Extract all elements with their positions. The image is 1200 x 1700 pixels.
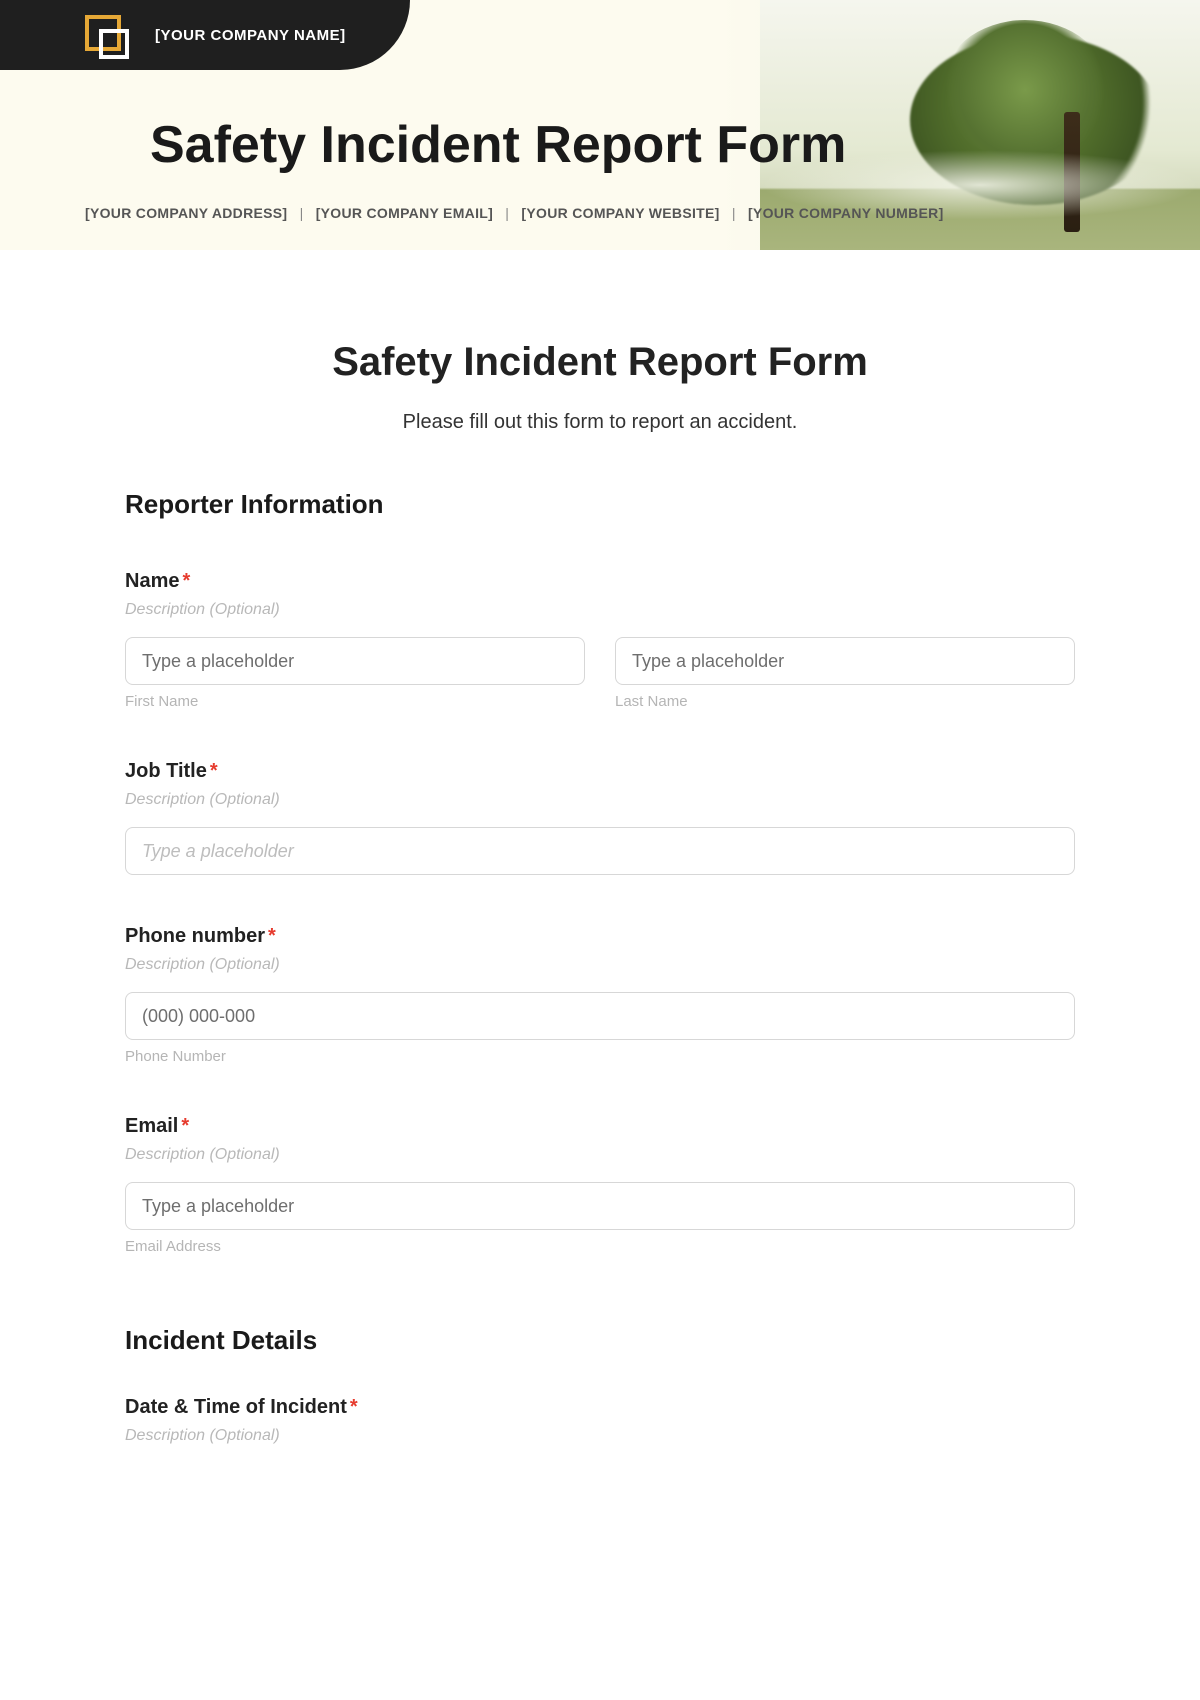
page-subtitle: Please fill out this form to report an a… <box>125 411 1075 434</box>
datetime-label-text: Date & Time of Incident <box>125 1396 347 1418</box>
required-mark: * <box>268 925 276 947</box>
first-name-sublabel: First Name <box>125 693 585 710</box>
job-title-input[interactable] <box>125 827 1075 875</box>
meta-email: [YOUR COMPANY EMAIL] <box>316 205 493 221</box>
banner-meta: [YOUR COMPANY ADDRESS] | [YOUR COMPANY E… <box>85 205 944 221</box>
first-name-input[interactable] <box>125 637 585 685</box>
section-incident-heading: Incident Details <box>125 1325 1075 1356</box>
job-title-label-text: Job Title <box>125 760 207 782</box>
page-title: Safety Incident Report Form <box>125 340 1075 385</box>
phone-input[interactable] <box>125 992 1075 1040</box>
last-name-input[interactable] <box>615 637 1075 685</box>
email-label-text: Email <box>125 1115 178 1137</box>
banner: [YOUR COMPANY NAME] Safety Incident Repo… <box>0 0 1200 250</box>
banner-topbar: [YOUR COMPANY NAME] <box>0 0 410 70</box>
meta-sep: | <box>300 205 304 221</box>
phone-description: Description (Optional) <box>125 956 1075 974</box>
tree-canopy <box>940 20 1110 160</box>
last-name-sublabel: Last Name <box>615 693 1075 710</box>
name-label-text: Name <box>125 570 179 592</box>
email-description: Description (Optional) <box>125 1146 1075 1164</box>
meta-number: [YOUR COMPANY NUMBER] <box>748 205 944 221</box>
required-mark: * <box>182 570 190 592</box>
required-mark: * <box>210 760 218 782</box>
phone-label: Phone number* <box>125 925 1075 948</box>
form-body: Safety Incident Report Form Please fill … <box>0 250 1200 1445</box>
meta-website: [YOUR COMPANY WEBSITE] <box>521 205 719 221</box>
field-datetime: Date & Time of Incident* Description (Op… <box>125 1396 1075 1445</box>
meta-sep: | <box>732 205 736 221</box>
email-input[interactable] <box>125 1182 1075 1230</box>
required-mark: * <box>350 1396 358 1418</box>
name-description: Description (Optional) <box>125 601 1075 619</box>
email-label: Email* <box>125 1115 1075 1138</box>
phone-sublabel: Phone Number <box>125 1048 1075 1065</box>
field-phone: Phone number* Description (Optional) Pho… <box>125 925 1075 1065</box>
required-mark: * <box>181 1115 189 1137</box>
datetime-description: Description (Optional) <box>125 1427 1075 1445</box>
section-reporter-heading: Reporter Information <box>125 489 1075 520</box>
meta-sep: | <box>505 205 509 221</box>
datetime-label: Date & Time of Incident* <box>125 1396 1075 1419</box>
field-name: Name* Description (Optional) First Name … <box>125 570 1075 710</box>
page: [YOUR COMPANY NAME] Safety Incident Repo… <box>0 0 1200 1700</box>
job-title-label: Job Title* <box>125 760 1075 783</box>
phone-label-text: Phone number <box>125 925 265 947</box>
company-logo-icon <box>85 15 129 59</box>
meta-address: [YOUR COMPANY ADDRESS] <box>85 205 287 221</box>
field-email: Email* Description (Optional) Email Addr… <box>125 1115 1075 1255</box>
company-name: [YOUR COMPANY NAME] <box>155 27 346 44</box>
field-job-title: Job Title* Description (Optional) <box>125 760 1075 875</box>
job-title-description: Description (Optional) <box>125 791 1075 809</box>
banner-title: Safety Incident Report Form <box>150 115 846 175</box>
email-sublabel: Email Address <box>125 1238 1075 1255</box>
name-label: Name* <box>125 570 1075 593</box>
